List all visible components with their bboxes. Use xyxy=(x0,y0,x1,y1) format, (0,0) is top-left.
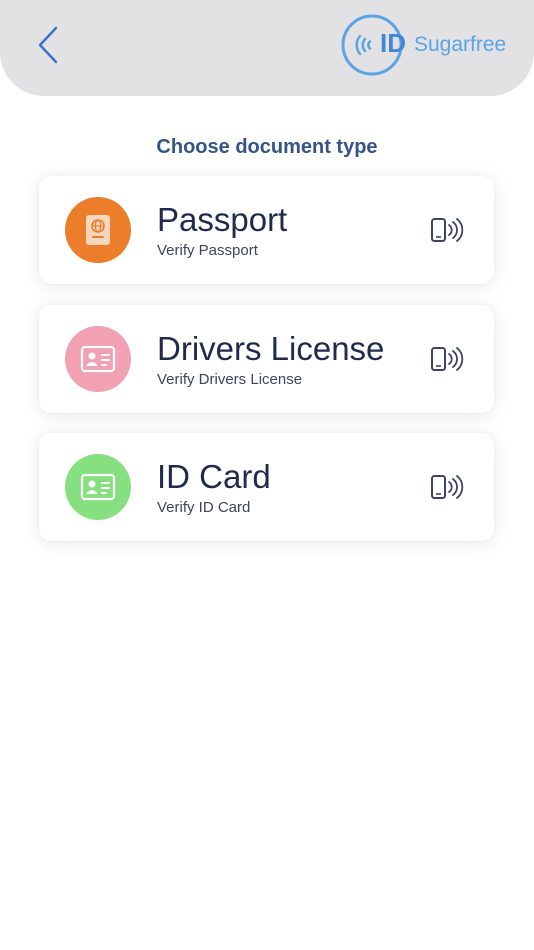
document-title: Drivers License xyxy=(157,330,385,367)
document-option-passport[interactable]: Passport Verify Passport xyxy=(39,176,494,284)
logo-wordmark: Sugarfree xyxy=(414,33,507,56)
logo-id-text: ID xyxy=(380,28,406,58)
passport-icon xyxy=(86,215,110,245)
drivers-license-icon-circle xyxy=(65,326,131,392)
id-card-icon xyxy=(80,345,116,373)
nfc-phone-icon xyxy=(431,475,464,499)
document-title: ID Card xyxy=(157,458,271,495)
document-option-id-card[interactable]: ID Card Verify ID Card xyxy=(39,433,494,541)
document-subtitle: Verify Passport xyxy=(157,242,258,259)
id-card-icon xyxy=(80,473,116,501)
document-option-drivers-license[interactable]: Drivers License Verify Drivers License xyxy=(39,305,494,413)
document-title: Passport xyxy=(157,201,288,238)
passport-icon-circle xyxy=(65,197,131,263)
nfc-phone-icon xyxy=(431,218,464,242)
document-subtitle: Verify ID Card xyxy=(157,499,251,516)
chevron-left-icon xyxy=(38,26,58,64)
id-card-icon-circle xyxy=(65,454,131,520)
app-logo: ID Sugarfree xyxy=(340,10,520,80)
header-bar: ID Sugarfree xyxy=(0,0,534,96)
document-subtitle: Verify Drivers License xyxy=(157,371,303,388)
back-button[interactable] xyxy=(30,22,66,68)
nfc-phone-icon xyxy=(431,347,464,371)
page-title: Choose document type xyxy=(156,136,378,158)
